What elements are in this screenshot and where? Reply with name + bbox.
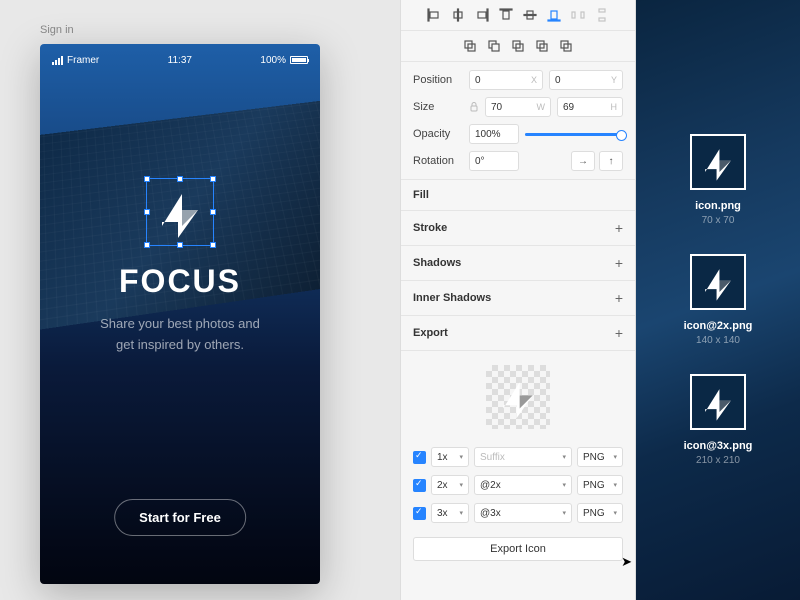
- stroke-section[interactable]: Stroke+: [401, 211, 635, 246]
- battery-icon: [290, 56, 308, 64]
- suffix-input[interactable]: Suffix▾: [474, 447, 572, 467]
- align-bottom-icon[interactable]: [547, 8, 561, 22]
- flip-v-button[interactable]: ↑: [599, 151, 623, 171]
- clock-label: 11:37: [168, 55, 192, 66]
- union-icon[interactable]: [463, 39, 477, 53]
- signin-link[interactable]: Sign in: [40, 24, 360, 36]
- carrier-label: Framer: [67, 55, 99, 66]
- width-input[interactable]: 70W: [485, 97, 551, 117]
- size-label: Size: [413, 101, 463, 113]
- rotation-label: Rotation: [413, 155, 463, 167]
- output-3x: icon@3x.png 210 x 210: [684, 374, 753, 466]
- rotation-input[interactable]: 0°: [469, 151, 519, 171]
- height-input[interactable]: 69H: [557, 97, 623, 117]
- output-dimensions: 210 x 210: [684, 455, 753, 466]
- boolean-toolbar: [401, 31, 635, 62]
- scale-select[interactable]: 1x▾: [431, 447, 469, 467]
- cursor-icon: ➤: [621, 554, 632, 570]
- format-select[interactable]: PNG▾: [577, 475, 623, 495]
- checkbox[interactable]: [413, 451, 426, 464]
- battery-label: 100%: [260, 55, 286, 66]
- distribute-v-icon: [595, 8, 609, 22]
- scale-select[interactable]: 2x▾: [431, 475, 469, 495]
- inspector-panel: Position 0X 0Y Size 70W 69H Opacity 100%…: [400, 0, 636, 600]
- output-panel: icon.png 70 x 70 icon@2x.png 140 x 140 i…: [636, 0, 800, 600]
- subtract-icon[interactable]: [487, 39, 501, 53]
- status-bar: Framer 11:37 100%: [40, 52, 320, 68]
- format-select[interactable]: PNG▾: [577, 447, 623, 467]
- plus-icon[interactable]: +: [615, 325, 623, 341]
- fill-section[interactable]: Fill: [401, 180, 635, 211]
- shadows-section[interactable]: Shadows+: [401, 246, 635, 281]
- align-middle-icon[interactable]: [523, 8, 537, 22]
- output-1x: icon.png 70 x 70: [690, 134, 746, 226]
- intersect-icon[interactable]: [511, 39, 525, 53]
- export-section[interactable]: Export+: [401, 316, 635, 351]
- align-center-h-icon[interactable]: [451, 8, 465, 22]
- opacity-label: Opacity: [413, 128, 463, 140]
- export-row-3x: 3x▾ @3x▾ PNG▾: [401, 499, 635, 527]
- output-filename: icon@2x.png: [684, 320, 753, 332]
- position-y-input[interactable]: 0Y: [549, 70, 623, 90]
- start-free-button[interactable]: Start for Free: [114, 499, 246, 536]
- output-dimensions: 70 x 70: [690, 215, 746, 226]
- flip-h-button[interactable]: →: [571, 151, 595, 171]
- position-label: Position: [413, 74, 463, 86]
- output-2x: icon@2x.png 140 x 140: [684, 254, 753, 346]
- opacity-input[interactable]: 100%: [469, 124, 519, 144]
- output-filename: icon@3x.png: [684, 440, 753, 452]
- suffix-input[interactable]: @2x▾: [474, 475, 572, 495]
- canvas-panel: Sign in Framer 11:37 100% FOCUS Share yo…: [0, 0, 400, 600]
- align-left-icon[interactable]: [427, 8, 441, 22]
- plus-icon[interactable]: +: [615, 290, 623, 306]
- difference-icon[interactable]: [535, 39, 549, 53]
- plus-icon[interactable]: +: [615, 220, 623, 236]
- distribute-h-icon: [571, 8, 585, 22]
- phone-mockup: Framer 11:37 100% FOCUS Share your best …: [40, 44, 320, 584]
- format-select[interactable]: PNG▾: [577, 503, 623, 523]
- output-dimensions: 140 x 140: [684, 335, 753, 346]
- suffix-input[interactable]: @3x▾: [474, 503, 572, 523]
- export-preview: [401, 351, 635, 443]
- selected-layer[interactable]: [152, 184, 208, 240]
- align-right-icon[interactable]: [475, 8, 489, 22]
- export-row-2x: 2x▾ @2x▾ PNG▾: [401, 471, 635, 499]
- app-title: FOCUS: [40, 263, 320, 300]
- export-row-1x: 1x▾ Suffix▾ PNG▾: [401, 443, 635, 471]
- app-subtitle: Share your best photos andget inspired b…: [40, 314, 320, 356]
- align-top-icon[interactable]: [499, 8, 513, 22]
- output-thumb: [690, 254, 746, 310]
- output-thumb: [690, 134, 746, 190]
- scale-select[interactable]: 3x▾: [431, 503, 469, 523]
- lock-icon[interactable]: [469, 102, 479, 112]
- output-thumb: [690, 374, 746, 430]
- output-filename: icon.png: [690, 200, 746, 212]
- export-icon-button[interactable]: Export Icon➤: [413, 537, 623, 561]
- position-x-input[interactable]: 0X: [469, 70, 543, 90]
- signal-icon: [52, 56, 63, 65]
- focus-logo-icon: [152, 184, 208, 240]
- flatten-icon[interactable]: [559, 39, 573, 53]
- checkbox[interactable]: [413, 507, 426, 520]
- checkbox[interactable]: [413, 479, 426, 492]
- inner-shadows-section[interactable]: Inner Shadows+: [401, 281, 635, 316]
- plus-icon[interactable]: +: [615, 255, 623, 271]
- opacity-slider[interactable]: [525, 133, 623, 136]
- align-toolbar: [401, 0, 635, 31]
